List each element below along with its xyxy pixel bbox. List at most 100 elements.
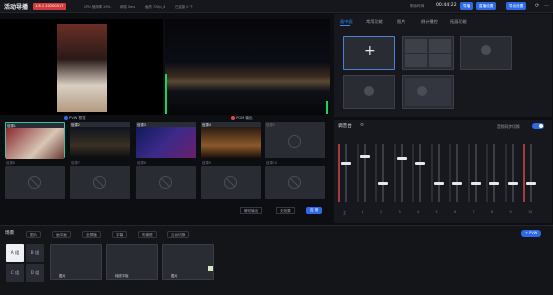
more-icon[interactable]: ⋯ — [544, 3, 549, 9]
tab-countdown[interactable]: 倒计播控 — [421, 19, 438, 25]
mixer-channel[interactable]: 5 — [430, 138, 445, 214]
fader-knob[interactable] — [452, 182, 462, 185]
channel-label: 3 — [398, 210, 401, 214]
pvw-monitor[interactable] — [0, 19, 163, 115]
apply-button[interactable]: 应 用 — [306, 207, 323, 214]
effect-select[interactable]: 无效果 — [276, 207, 295, 214]
scene-group-b[interactable]: B 组 — [26, 244, 44, 262]
layout-3[interactable] — [460, 36, 512, 70]
scene-btn-fullscreen[interactable]: 全屏播 — [82, 231, 101, 238]
level-meter — [393, 144, 396, 202]
mixer-channel[interactable]: 2 — [375, 138, 389, 214]
level-meter — [412, 144, 414, 202]
source-4[interactable]: 信源4 — [201, 122, 261, 158]
scene-title: 场景 — [5, 231, 15, 236]
source-thumb — [6, 128, 64, 159]
export-settings-button[interactable]: 导出设置 — [506, 2, 527, 10]
tab-common[interactable]: 常用功能 — [366, 19, 383, 25]
transition-select[interactable]: 硬切输出 — [240, 207, 263, 214]
layout-add[interactable]: + — [343, 36, 395, 70]
layout-4[interactable] — [343, 75, 395, 109]
channel-label: 6 — [454, 210, 457, 214]
layout-2[interactable] — [402, 36, 454, 70]
fader-knob[interactable] — [433, 182, 444, 185]
scene-group-c[interactable]: C 组 — [6, 264, 24, 282]
mixer-channel[interactable]: 9 — [504, 138, 519, 214]
fader-knob[interactable] — [507, 182, 518, 185]
pie-icon — [481, 45, 491, 55]
source-10[interactable] — [265, 166, 325, 199]
source-9-label: 信源9 — [202, 161, 211, 165]
mixer-channel[interactable]: 8 — [486, 138, 500, 214]
tab-extension[interactable]: 拓展功能 — [450, 19, 467, 25]
live-settings-button[interactable]: 直播设置 — [476, 2, 497, 10]
mixer-channel[interactable]: 主 — [338, 138, 352, 215]
layout-5[interactable] — [402, 75, 454, 109]
fader-knob[interactable] — [415, 162, 425, 165]
source-6[interactable] — [5, 166, 65, 199]
pgm-label: PGM 输出 — [231, 115, 253, 121]
no-signal-icon — [93, 176, 106, 189]
scene-group-d[interactable]: D 组 — [26, 264, 44, 282]
source-9[interactable] — [201, 166, 261, 199]
fader-track — [419, 144, 421, 202]
mixer-channel[interactable]: 10 — [523, 138, 537, 214]
source-10-label: 信源10 — [266, 161, 278, 165]
level-meter — [523, 144, 525, 202]
cpu-status: CPU 使用率 29% — [84, 5, 111, 9]
scene-btn-ptz[interactable]: 云台切换 — [167, 231, 190, 238]
scene-btn-pip[interactable]: 画中画 — [52, 231, 71, 238]
scene-card-1[interactable]: 图片 — [50, 244, 102, 280]
source-8[interactable] — [136, 166, 196, 199]
no-signal-icon — [28, 176, 41, 189]
channel-label: 10 — [528, 210, 533, 214]
fader-knob[interactable] — [359, 155, 370, 158]
scene-card-3[interactable]: 图片 — [162, 244, 214, 280]
pvw-label-text: PVW 预览 — [69, 116, 86, 120]
add-pvw-button[interactable]: + PVW — [521, 230, 542, 237]
sync-label: 音频同步切换 — [497, 124, 520, 129]
fader-knob[interactable] — [526, 182, 536, 185]
scene-card-2[interactable]: 纯底平板 — [106, 244, 158, 280]
layout-cell — [429, 39, 451, 53]
fader-knob[interactable] — [470, 182, 481, 185]
director-button[interactable]: 导播 — [460, 2, 474, 10]
settings-icon[interactable]: ⚙ — [360, 123, 364, 128]
scene-btn-image[interactable]: 图片 — [26, 231, 42, 238]
mixer-channel[interactable]: 6 — [449, 138, 463, 214]
tab-image[interactable]: 图片 — [397, 19, 405, 25]
channel-label: 2 — [380, 210, 383, 214]
fader-track — [345, 144, 347, 202]
connection-status: 已连接 0 个 — [175, 5, 193, 9]
fader-knob[interactable] — [489, 182, 499, 185]
fader-knob[interactable] — [378, 182, 388, 185]
scene-group-a[interactable]: A 组 — [6, 244, 24, 262]
scene-btn-frame[interactable]: 布景框 — [138, 231, 157, 238]
pvw-label: PVW 预览 — [64, 115, 86, 121]
channel-label: 5 — [435, 210, 438, 214]
image-thumb-icon — [208, 266, 213, 271]
mixer-channel[interactable]: 4 — [412, 138, 426, 214]
mixer-channel[interactable]: 3 — [393, 138, 408, 214]
mixer-channel[interactable]: 1 — [356, 138, 371, 214]
plus-icon: + — [364, 43, 376, 59]
mixer-channel[interactable]: 7 — [467, 138, 482, 214]
source-3[interactable]: 信源3 — [136, 122, 196, 158]
source-2[interactable]: 信源2 — [70, 122, 130, 158]
fader-track — [474, 144, 477, 202]
channel-label: 9 — [509, 210, 512, 214]
fader-knob[interactable] — [341, 162, 351, 165]
refresh-icon[interactable]: ⟳ — [535, 3, 539, 9]
channel-label: 主 — [343, 211, 347, 215]
scene-btn-subtitle[interactable]: 字幕 — [112, 231, 128, 238]
sync-toggle[interactable] — [532, 123, 544, 129]
source-7[interactable] — [70, 166, 130, 199]
fader-knob[interactable] — [396, 157, 407, 160]
source-thumb — [136, 127, 196, 158]
pgm-monitor[interactable] — [165, 19, 330, 115]
source-1[interactable]: 信源1 — [5, 122, 65, 159]
source-thumb — [70, 127, 130, 158]
level-meter — [486, 144, 488, 202]
source-5[interactable]: 信源5 — [265, 122, 325, 158]
fader-track — [437, 144, 440, 202]
